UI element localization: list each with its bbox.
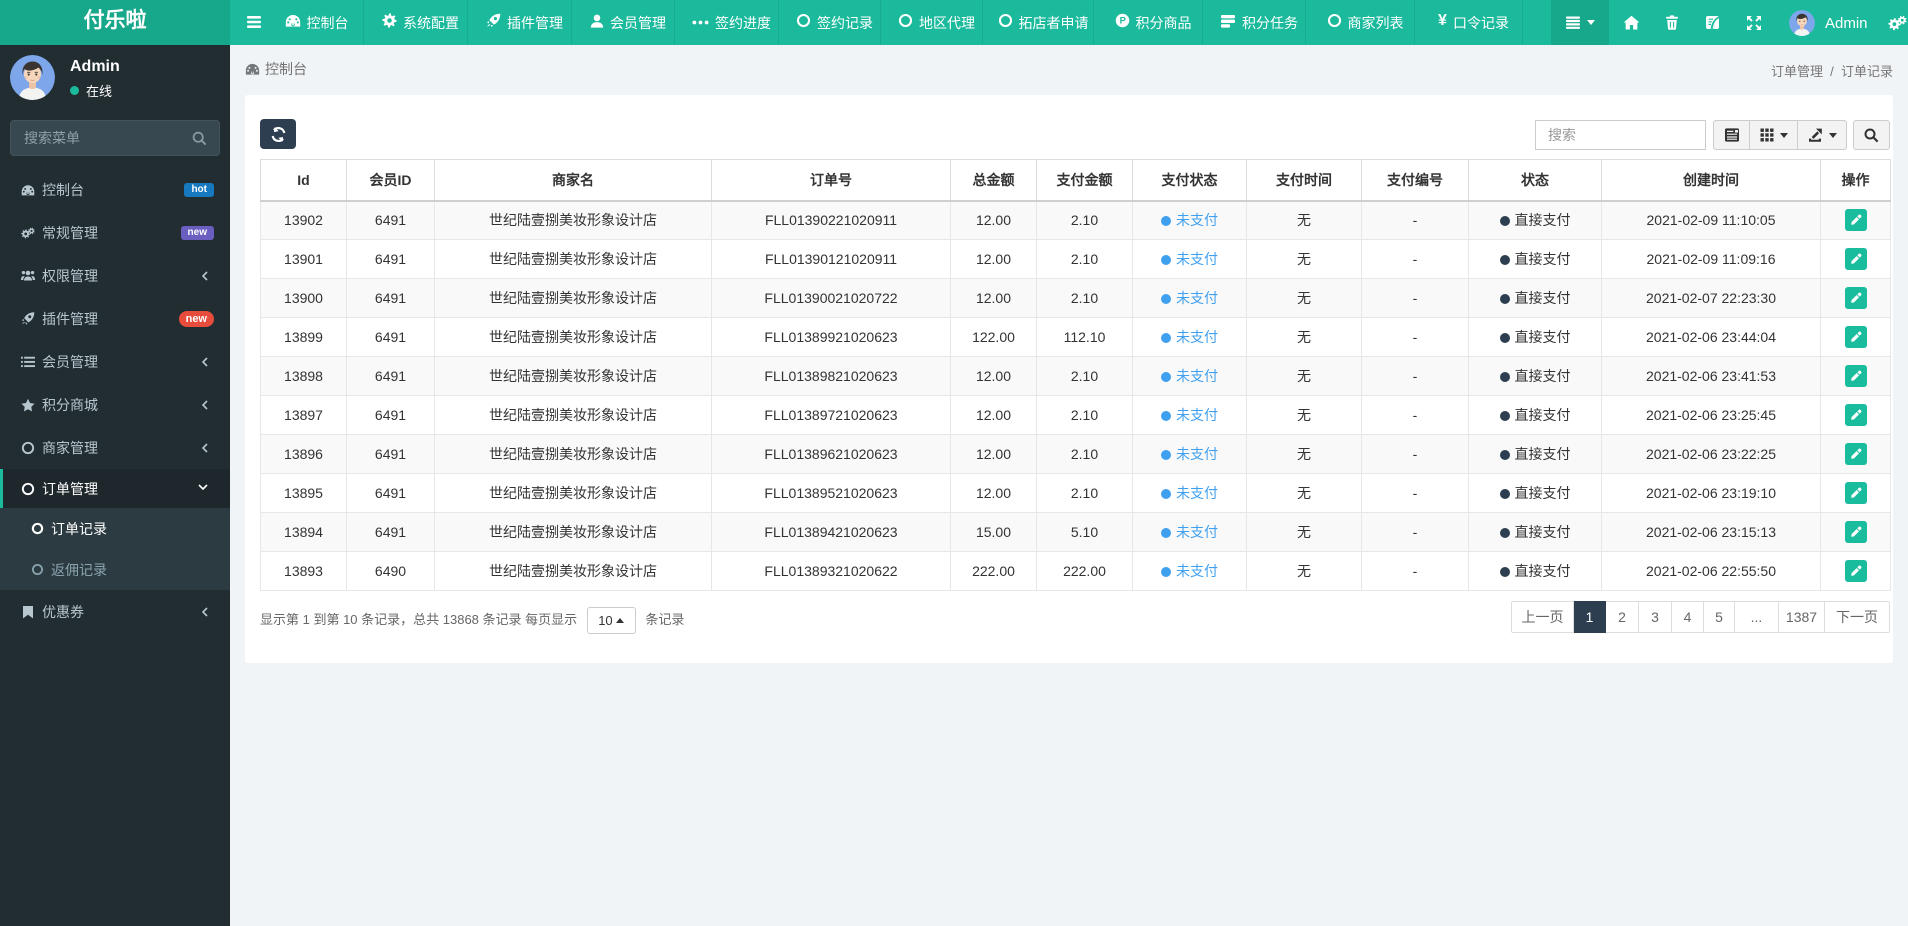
svg-text:P: P [1119, 16, 1125, 26]
